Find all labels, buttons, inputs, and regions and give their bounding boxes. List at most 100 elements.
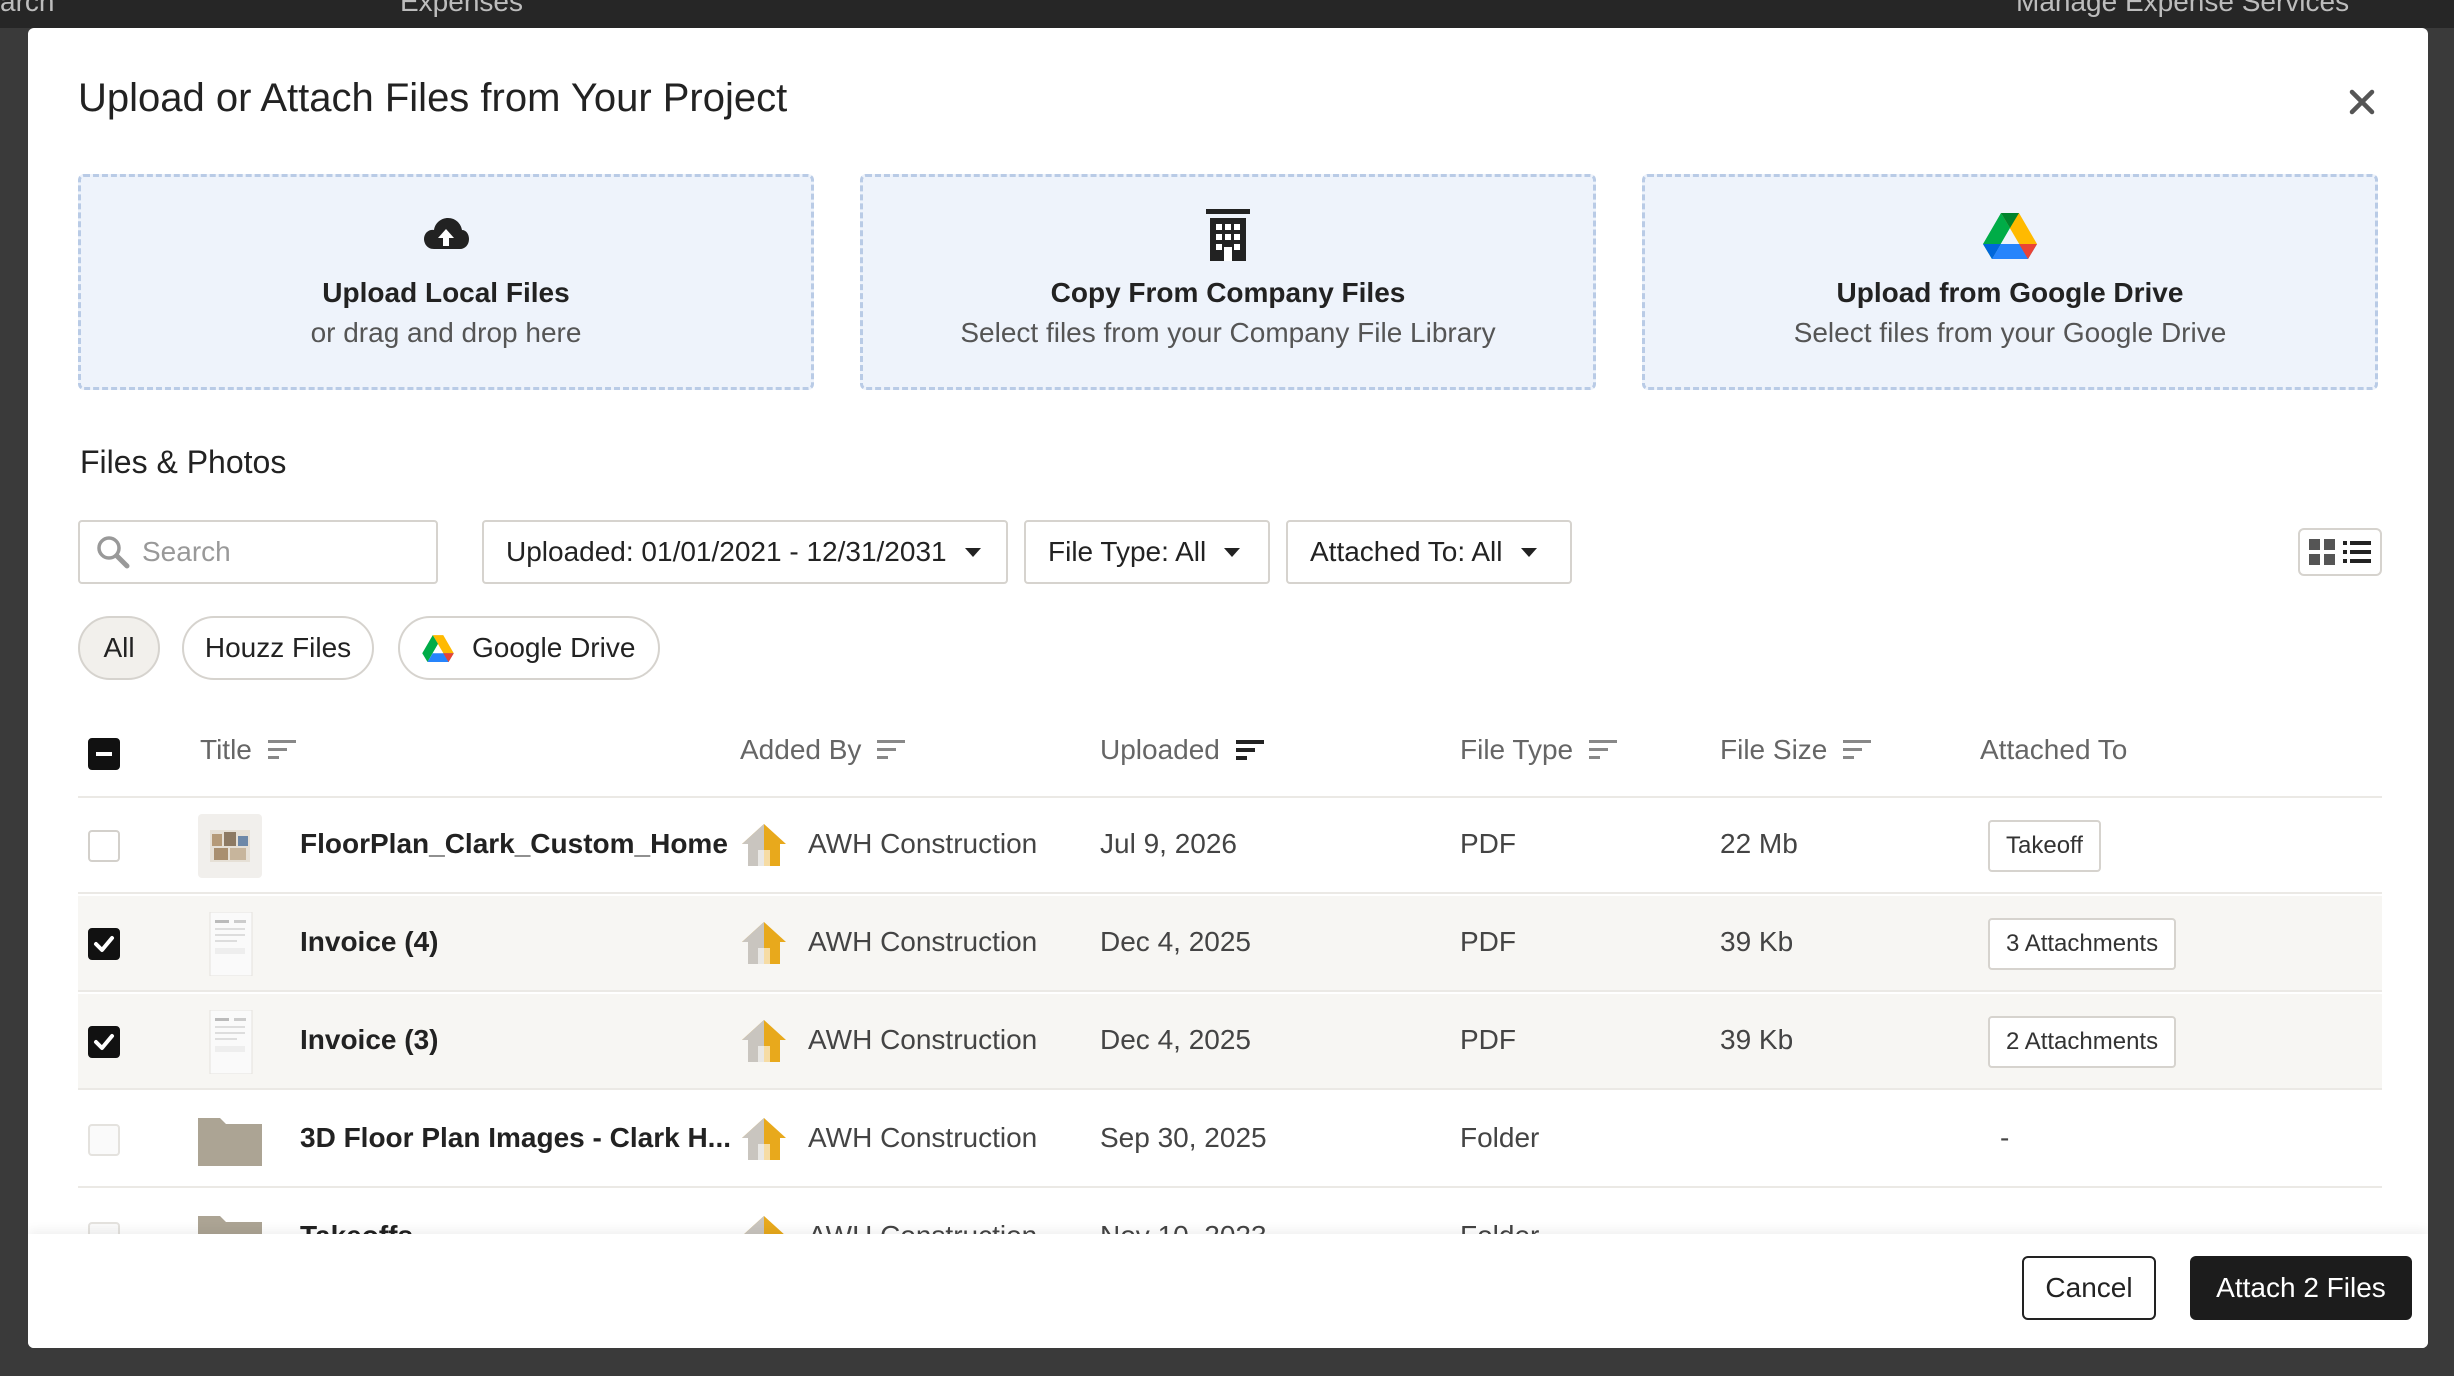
attached-to: 3 Attachments bbox=[1988, 918, 2177, 970]
attached-to-filter[interactable]: Attached To: All bbox=[1286, 520, 1572, 584]
attached-to: - bbox=[2000, 1122, 2010, 1153]
background-center-header: Expenses bbox=[400, 0, 523, 17]
file-size: 22 Mb bbox=[1720, 828, 1798, 859]
file-title[interactable]: 3D Floor Plan Images - Clark H... bbox=[300, 1122, 731, 1154]
attachment-badge[interactable]: 3 Attachments bbox=[1988, 918, 2177, 970]
column-file-type[interactable]: File Type bbox=[1460, 734, 1618, 766]
column-added-by[interactable]: Added By bbox=[740, 734, 906, 766]
document-thumbnail bbox=[198, 1009, 262, 1075]
cancel-button[interactable]: Cancel bbox=[2022, 1256, 2156, 1320]
chip-houzz-files-label: Houzz Files bbox=[204, 632, 352, 663]
company-logo-icon bbox=[738, 820, 790, 872]
uploaded-date-filter[interactable]: Uploaded: 01/01/2021 - 12/31/2031 bbox=[482, 520, 1008, 584]
copy-company-files-title: Copy From Company Files bbox=[1050, 277, 1406, 308]
attached-to: 2 Attachments bbox=[1988, 1016, 2177, 1068]
background-right-header: Manage Expense Services bbox=[2016, 0, 2350, 17]
select-all-checkbox[interactable] bbox=[88, 738, 120, 770]
chip-houzz-files[interactable]: Houzz Files bbox=[182, 616, 374, 680]
file-size: 39 Kb bbox=[1720, 1024, 1794, 1055]
table-row[interactable]: Invoice (4) AWH Construction Dec 4, 2025… bbox=[78, 896, 2382, 992]
row-checkbox[interactable] bbox=[88, 1026, 120, 1058]
attach-files-button[interactable]: Attach 2 Files bbox=[2190, 1256, 2412, 1320]
attachment-badge[interactable]: 2 Attachments bbox=[1988, 1016, 2177, 1068]
table-row[interactable]: FloorPlan_Clark_Custom_Home AWH Construc… bbox=[78, 798, 2382, 894]
company-logo-icon bbox=[738, 1016, 790, 1068]
table-header: Title Added By Uploaded File Type File S… bbox=[78, 710, 2382, 798]
upload-attach-modal: Upload or Attach Files from Your Project… bbox=[28, 28, 2428, 1348]
file-type: PDF bbox=[1460, 926, 1516, 957]
sort-icon bbox=[1843, 740, 1872, 759]
sort-icon bbox=[267, 740, 296, 759]
search-icon bbox=[97, 536, 130, 569]
grid-view-icon[interactable] bbox=[2309, 539, 2335, 565]
checkmark-icon bbox=[94, 1034, 114, 1050]
chip-all-label: All bbox=[103, 632, 135, 663]
google-drive-icon bbox=[422, 635, 454, 662]
view-toggle[interactable] bbox=[2298, 528, 2382, 576]
added-by: AWH Construction bbox=[808, 1122, 1038, 1153]
chip-all[interactable]: All bbox=[78, 616, 160, 680]
row-checkbox[interactable] bbox=[88, 928, 120, 960]
file-size: 39 Kb bbox=[1720, 926, 1794, 957]
modal-title: Upload or Attach Files from Your Project bbox=[78, 76, 788, 120]
attached-to: Takeoff bbox=[1988, 820, 2101, 872]
list-view-icon[interactable] bbox=[2343, 540, 2371, 564]
attached-to-filter-label: Attached To: All bbox=[1310, 536, 1503, 567]
uploaded-date-filter-label: Uploaded: 01/01/2021 - 12/31/2031 bbox=[506, 536, 947, 567]
chevron-down-icon bbox=[1224, 547, 1241, 557]
close-button[interactable] bbox=[2338, 78, 2386, 126]
added-by: AWH Construction bbox=[808, 828, 1038, 859]
file-type: Folder bbox=[1460, 1122, 1540, 1153]
uploaded-date: Dec 4, 2025 bbox=[1100, 926, 1251, 957]
uploaded-date: Jul 9, 2026 bbox=[1100, 828, 1237, 859]
column-attached-to: Attached To bbox=[1980, 734, 2127, 766]
column-file-type-label: File Type bbox=[1460, 734, 1574, 765]
added-by: AWH Construction bbox=[808, 1024, 1038, 1055]
floorplan-thumbnail bbox=[198, 814, 262, 878]
sort-active-icon bbox=[1235, 740, 1264, 760]
upload-local-files-title: Upload Local Files bbox=[322, 277, 570, 308]
checkmark-icon bbox=[94, 936, 114, 952]
google-drive-icon bbox=[1983, 207, 2037, 263]
modal-footer: Cancel Attach 2 Files bbox=[28, 1234, 2428, 1348]
chip-google-drive-label: Google Drive bbox=[472, 632, 636, 663]
chevron-down-icon bbox=[1520, 547, 1537, 557]
file-type-filter-label: File Type: All bbox=[1048, 536, 1207, 567]
copy-company-files-card[interactable]: Copy From Company Files Select files fro… bbox=[860, 174, 1596, 390]
attachment-badge[interactable]: Takeoff bbox=[1988, 820, 2101, 872]
table-row[interactable]: 3D Floor Plan Images - Clark H... AWH Co… bbox=[78, 1092, 2382, 1188]
background-left-header: arch bbox=[0, 0, 55, 17]
chip-google-drive[interactable]: Google Drive bbox=[398, 616, 660, 680]
row-checkbox[interactable] bbox=[88, 830, 120, 862]
sort-icon bbox=[877, 740, 906, 759]
company-logo-icon bbox=[738, 1114, 790, 1166]
copy-company-files-subtitle: Select files from your Company File Libr… bbox=[960, 317, 1496, 348]
upload-google-drive-title: Upload from Google Drive bbox=[1836, 277, 2184, 308]
file-type: PDF bbox=[1460, 1024, 1516, 1055]
column-file-size-label: File Size bbox=[1720, 734, 1828, 765]
file-type: PDF bbox=[1460, 828, 1516, 859]
close-icon bbox=[2349, 89, 2375, 115]
file-title[interactable]: FloorPlan_Clark_Custom_Home bbox=[300, 828, 728, 860]
company-logo-icon bbox=[738, 918, 790, 970]
search-input[interactable]: Search bbox=[78, 520, 438, 584]
folder-icon bbox=[198, 1108, 262, 1172]
file-type-filter[interactable]: File Type: All bbox=[1024, 520, 1270, 584]
upload-local-files-card[interactable]: Upload Local Files or drag and drop here bbox=[78, 174, 814, 390]
file-title[interactable]: Invoice (3) bbox=[300, 1024, 438, 1056]
table-row[interactable]: Invoice (3) AWH Construction Dec 4, 2025… bbox=[78, 994, 2382, 1090]
row-checkbox[interactable] bbox=[88, 1124, 120, 1156]
upload-google-drive-card[interactable]: Upload from Google Drive Select files fr… bbox=[1642, 174, 2378, 390]
uploaded-date: Sep 30, 2025 bbox=[1100, 1122, 1267, 1153]
file-title[interactable]: Invoice (4) bbox=[300, 926, 438, 958]
column-file-size[interactable]: File Size bbox=[1720, 734, 1872, 766]
column-uploaded[interactable]: Uploaded bbox=[1100, 734, 1264, 766]
column-uploaded-label: Uploaded bbox=[1100, 734, 1220, 765]
column-title-label: Title bbox=[200, 734, 252, 765]
upload-options: Upload Local Files or drag and drop here bbox=[78, 174, 2378, 390]
uploaded-date: Dec 4, 2025 bbox=[1100, 1024, 1251, 1055]
document-thumbnail bbox=[198, 911, 262, 977]
column-attached-to-label: Attached To bbox=[1980, 734, 2128, 765]
upload-google-drive-subtitle: Select files from your Google Drive bbox=[1793, 317, 2227, 348]
column-title[interactable]: Title bbox=[200, 734, 296, 766]
